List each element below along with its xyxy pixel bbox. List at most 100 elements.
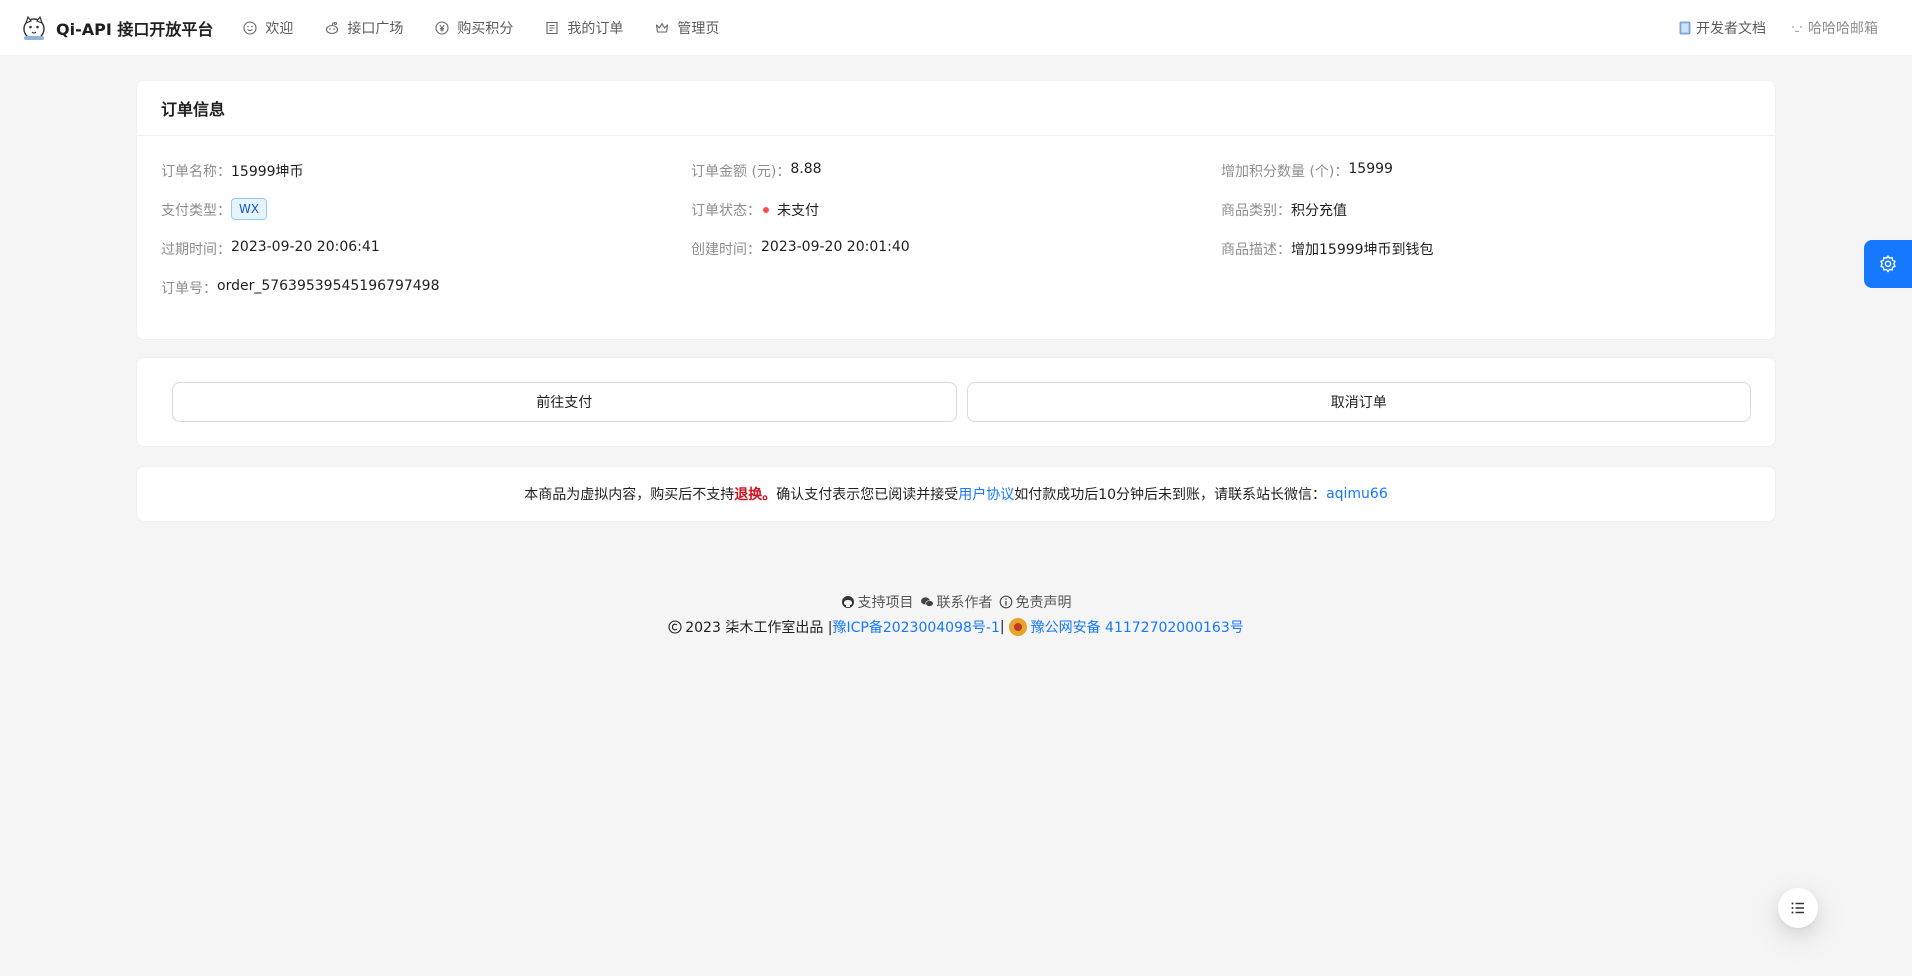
desc-value: 15999	[1348, 161, 1393, 177]
wechat-contact-link[interactable]: aqimu66	[1326, 486, 1388, 502]
purchase-notice-card: 本商品为虚拟内容，购买后不支持 退换。 确认支付表示您已阅读并接受 用户协议 如…	[136, 466, 1776, 522]
cancel-order-button[interactable]: 取消订单	[966, 382, 1751, 422]
desc-row: 订单号： order_57639539545196797498	[161, 277, 1751, 316]
desc-order-number: 订单号： order_57639539545196797498	[161, 277, 691, 316]
nav-label: 我的订单	[567, 20, 624, 37]
desc-value: order_57639539545196797498	[217, 278, 440, 294]
nav-item-admin[interactable]: 管理页	[639, 0, 735, 56]
desc-order-status: 订单状态： 未支付	[691, 199, 1221, 238]
main-nav: 欢迎 接口广场 购买积分 我的订单 管理页	[227, 0, 735, 56]
pay-circle-icon	[435, 20, 449, 35]
purchase-notice: 本商品为虚拟内容，购买后不支持 退换。 确认支付表示您已阅读并接受 用户协议 如…	[137, 467, 1775, 521]
desc-label: 订单金额 (元)：	[691, 164, 791, 180]
smile-icon	[243, 20, 257, 35]
avatar-icon	[1792, 25, 1802, 32]
desc-value: 积分充值	[1291, 203, 1347, 219]
desc-label: 创建时间：	[691, 242, 761, 258]
desc-value: 2023-09-20 20:06:41	[231, 239, 380, 255]
nav-item-api-square[interactable]: 接口广场	[309, 0, 419, 56]
footer-link-contact[interactable]: 联系作者	[920, 592, 993, 612]
github-icon	[841, 596, 854, 608]
footer-link-support[interactable]: 支持项目	[841, 592, 914, 612]
desc-row: 订单名称： 15999坤币 订单金额 (元)： 8.88 增加积分数量 (个)：…	[161, 160, 1751, 199]
desc-pay-type: 支付类型： WX	[161, 198, 691, 238]
desc-label: 商品描述：	[1221, 242, 1291, 258]
nav-item-buy-points[interactable]: 购买积分	[419, 0, 529, 56]
header-actions: 开发者文档 哈哈哈邮箱	[1666, 0, 1890, 56]
desc-label: 商品类别：	[1221, 203, 1291, 219]
order-descriptions: 订单名称： 15999坤币 订单金额 (元)： 8.88 增加积分数量 (个)：…	[137, 136, 1775, 316]
copyright-icon	[668, 620, 682, 634]
book-icon	[1679, 21, 1691, 34]
user-agreement-link[interactable]: 用户协议	[958, 484, 1014, 504]
go-pay-button[interactable]: 前往支付	[172, 382, 957, 422]
footer-copyright: 2023 柒木工作室出品 | 豫ICP备2023004098号-1 | 豫公网安…	[0, 617, 1912, 637]
nav-label: 欢迎	[265, 20, 294, 37]
desc-value: 增加15999坤币到钱包	[1291, 242, 1434, 258]
notice-text: 如付款成功后10分钟后未到账，请联系站长微信：	[1014, 487, 1327, 503]
status-dot	[763, 207, 769, 213]
app-title: Qi-API 接口开放平台	[56, 19, 214, 39]
order-actions-card: 前往支付 取消订单	[136, 357, 1776, 447]
action-buttons: 前往支付 取消订单	[137, 358, 1775, 446]
status-badge: 未支付	[777, 203, 819, 219]
nav-label: 管理页	[677, 20, 720, 37]
desc-points-added: 增加积分数量 (个)： 15999	[1221, 160, 1751, 199]
nav-label: 购买积分	[457, 20, 514, 37]
card-title: 订单信息	[137, 81, 1775, 136]
reddit-icon	[326, 21, 339, 34]
unordered-list-icon	[1791, 902, 1804, 914]
float-menu-button[interactable]	[1778, 888, 1818, 928]
desc-create-time: 创建时间： 2023-09-20 20:01:40	[691, 238, 1221, 277]
desc-product-category: 商品类别： 积分充值	[1221, 199, 1751, 238]
notice-text: 本商品为虚拟内容，购买后不支持	[524, 487, 735, 503]
crown-icon	[656, 22, 669, 33]
info-circle-icon	[999, 595, 1012, 609]
desc-label: 订单号：	[161, 281, 217, 297]
icp-link[interactable]: 豫ICP备2023004098号-1	[832, 617, 999, 637]
nav-label: 接口广场	[347, 20, 404, 37]
police-record-link[interactable]: 豫公网安备 41172702000163号	[1031, 617, 1244, 637]
nav-item-my-orders[interactable]: 我的订单	[529, 0, 639, 56]
desc-value: 8.88	[790, 161, 822, 177]
desc-label: 增加积分数量 (个)：	[1221, 164, 1349, 180]
desc-label: 订单状态：	[691, 203, 761, 219]
gear-icon	[1880, 255, 1896, 273]
profile-icon	[546, 21, 558, 34]
footer-link-label: 免责声明	[1015, 595, 1072, 611]
desc-value: 2023-09-20 20:01:40	[761, 239, 910, 255]
notice-text: 确认支付表示您已阅读并接受	[776, 487, 959, 503]
desc-label: 过期时间：	[161, 242, 231, 258]
desc-product-description: 商品描述： 增加15999坤币到钱包	[1221, 238, 1751, 277]
footer-links: 支持项目 联系作者 免责声明	[0, 592, 1912, 612]
desc-value: WX	[231, 198, 268, 220]
user-name: 哈哈哈邮箱	[1808, 20, 1878, 37]
footer-link-label: 支持项目	[857, 595, 914, 611]
user-menu[interactable]: 哈哈哈邮箱	[1778, 18, 1890, 38]
logo[interactable]: Qi-API 接口开放平台	[20, 14, 213, 42]
desc-expire-time: 过期时间： 2023-09-20 20:06:41	[161, 238, 691, 277]
cat-logo-icon	[23, 15, 45, 40]
footer-link-disclaimer[interactable]: 免责声明	[999, 592, 1072, 612]
notice-no-refund: 退换。	[734, 487, 777, 503]
settings-drawer-button[interactable]	[1864, 240, 1912, 288]
pay-type-tag: WX	[231, 198, 268, 220]
separator: |	[999, 619, 1005, 635]
developer-docs-label: 开发者文档	[1696, 20, 1766, 37]
desc-value: 未支付	[761, 200, 819, 220]
police-emblem-icon	[1008, 618, 1027, 636]
desc-order-name: 订单名称： 15999坤币	[161, 160, 691, 199]
desc-label: 支付类型：	[161, 203, 231, 219]
order-info-card: 订单信息 订单名称： 15999坤币 订单金额 (元)： 8.88 增加积分数量…	[136, 80, 1776, 340]
nav-item-welcome[interactable]: 欢迎	[227, 0, 309, 56]
desc-order-amount: 订单金额 (元)： 8.88	[691, 160, 1221, 199]
desc-value: 15999坤币	[231, 164, 304, 180]
desc-row: 过期时间： 2023-09-20 20:06:41 创建时间： 2023-09-…	[161, 238, 1751, 277]
footer-link-label: 联系作者	[936, 595, 993, 611]
wechat-icon	[920, 597, 934, 607]
desc-label: 订单名称：	[161, 164, 231, 180]
developer-docs-link[interactable]: 开发者文档	[1666, 18, 1778, 38]
top-navbar: Qi-API 接口开放平台 欢迎 接口广场 购买积分 我的订单 管理页 开发者文…	[0, 0, 1912, 56]
copyright-text: 2023 柒木工作室出品 |	[685, 620, 833, 636]
desc-row: 支付类型： WX 订单状态： 未支付 商品类别： 积分充值	[161, 198, 1751, 238]
